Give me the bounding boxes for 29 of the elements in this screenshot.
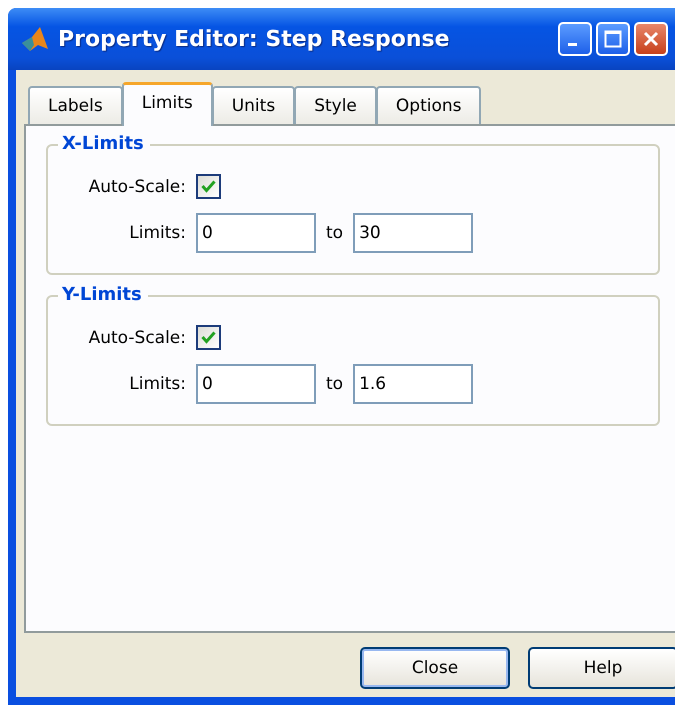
- field-label: Limits:: [128, 374, 186, 394]
- maximize-button[interactable]: [596, 22, 630, 56]
- field-label: Auto-Scale:: [88, 176, 186, 196]
- separator-label: to: [326, 223, 344, 243]
- checkbox[interactable]: [196, 325, 221, 350]
- close-icon: [642, 30, 660, 48]
- input-field[interactable]: 30: [353, 213, 474, 253]
- tab[interactable]: Options: [376, 86, 482, 124]
- tab[interactable]: Labels: [28, 86, 123, 124]
- dialog-button[interactable]: Help: [528, 647, 675, 689]
- field-label: Auto-Scale:: [88, 328, 186, 348]
- field-label: Limits:: [128, 223, 186, 243]
- input-field[interactable]: 1.6: [353, 364, 474, 404]
- checkbox[interactable]: [196, 174, 221, 199]
- minimize-icon: [568, 42, 577, 46]
- separator-label: to: [326, 374, 344, 394]
- minimize-button[interactable]: [558, 22, 592, 56]
- tab[interactable]: Limits: [122, 82, 213, 126]
- close-button[interactable]: [634, 22, 668, 56]
- window-title: Property Editor: Step Response: [58, 26, 451, 52]
- maximize-icon: [604, 30, 622, 48]
- checkmark-icon: [201, 331, 216, 344]
- input-field[interactable]: 0: [196, 364, 316, 404]
- checkmark-icon: [201, 180, 216, 193]
- input-field[interactable]: 0: [196, 213, 316, 253]
- app-logo-icon: [20, 25, 50, 53]
- tab[interactable]: Style: [294, 86, 377, 124]
- tab[interactable]: Units: [212, 86, 296, 124]
- dialog-button[interactable]: Close: [360, 647, 510, 689]
